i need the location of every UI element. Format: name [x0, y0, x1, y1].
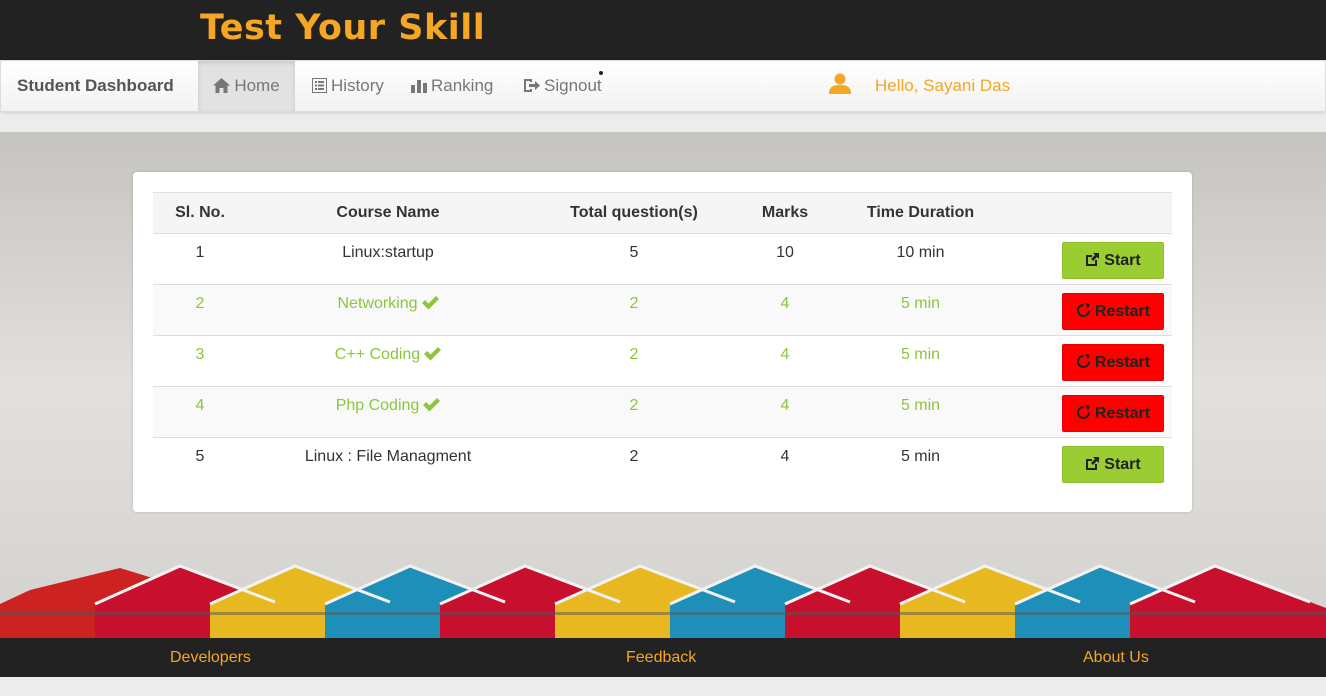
logout-icon	[524, 79, 540, 92]
cell-sl-no: 3	[153, 335, 247, 387]
course-name-text: Networking	[337, 295, 418, 312]
external-link-icon	[1086, 457, 1100, 470]
cell-marks: 4	[739, 437, 831, 489]
nav-item-ranking[interactable]: Ranking	[411, 61, 493, 111]
check-icon	[424, 347, 442, 361]
nav-item-home[interactable]: Home	[198, 61, 295, 111]
cell-duration: 5 min	[831, 335, 1010, 387]
bottom-strip	[0, 677, 1326, 696]
header-action	[1010, 192, 1172, 234]
footer-link-feedback[interactable]: Feedback	[626, 649, 696, 667]
course-name-text: Linux : File Managment	[304, 448, 472, 465]
restart-button-label: Restart	[1094, 354, 1151, 371]
course-name-text: Php Coding	[335, 397, 420, 414]
check-icon	[423, 398, 441, 412]
table-header-row: Sl. No. Course Name Total question(s) Ma…	[153, 192, 1172, 234]
list-icon	[312, 78, 327, 93]
cell-total-questions: 2	[529, 386, 739, 438]
notification-dot	[599, 71, 603, 75]
restart-button[interactable]: Restart	[1062, 395, 1164, 432]
top-header: Test Your Skill	[0, 0, 1326, 60]
start-button-label: Start	[1104, 252, 1141, 269]
cell-duration: 5 min	[831, 437, 1010, 489]
cell-sl-no: 4	[153, 386, 247, 438]
nav-item-signout[interactable]: Signout	[523, 61, 602, 111]
cell-marks: 4	[739, 284, 831, 336]
footer-link-developers[interactable]: Developers	[170, 649, 251, 667]
course-table: Sl. No. Course Name Total question(s) Ma…	[153, 192, 1172, 489]
start-button-label: Start	[1104, 456, 1141, 473]
cell-action: Restart	[1010, 386, 1172, 438]
cell-course-name: Networking	[247, 284, 529, 336]
footer: Developers Feedback About Us	[0, 638, 1326, 677]
bar-chart-icon	[411, 80, 427, 93]
nav-label-history: History	[331, 76, 384, 95]
navbar-brand[interactable]: Student Dashboard	[17, 76, 174, 96]
cell-course-name: Linux : File Managment	[247, 437, 529, 489]
refresh-icon	[1076, 405, 1090, 419]
nav-label-signout: Signout	[544, 76, 602, 95]
header-time-duration: Time Duration	[831, 192, 1010, 234]
home-icon	[213, 78, 231, 93]
user-icon	[829, 73, 851, 94]
cell-marks: 10	[739, 233, 831, 285]
nav-item-history[interactable]: History	[312, 61, 384, 111]
check-icon	[421, 296, 439, 310]
external-link-icon	[1086, 253, 1100, 266]
footer-link-about-us[interactable]: About Us	[1083, 649, 1149, 667]
cell-action: Start	[1010, 437, 1172, 489]
start-button[interactable]: Start	[1062, 446, 1164, 483]
nav-label-home: Home	[234, 76, 280, 95]
header-marks: Marks	[739, 192, 831, 234]
user-greeting: Hello, Sayani Das	[875, 76, 1011, 95]
cell-course-name: Php Coding	[247, 386, 529, 438]
header-total-questions: Total question(s)	[529, 192, 739, 234]
restart-button[interactable]: Restart	[1062, 344, 1164, 381]
header-sl-no: Sl. No.	[153, 192, 247, 234]
navbar: Student Dashboard Home History Ranking S…	[0, 60, 1326, 112]
cell-sl-no: 2	[153, 284, 247, 336]
course-name-text: C++ Coding	[334, 346, 421, 363]
cell-total-questions: 2	[529, 284, 739, 336]
cell-marks: 4	[739, 386, 831, 438]
refresh-icon	[1076, 354, 1090, 368]
cell-action: Restart	[1010, 284, 1172, 336]
table-row: 3 C++ Coding 2 4 5 min Restart	[153, 335, 1172, 387]
app-logo-title[interactable]: Test Your Skill	[200, 8, 485, 48]
cell-course-name: C++ Coding	[247, 335, 529, 387]
cell-action: Restart	[1010, 335, 1172, 387]
cell-duration: 5 min	[831, 284, 1010, 336]
cell-total-questions: 2	[529, 437, 739, 489]
cell-duration: 5 min	[831, 386, 1010, 438]
cell-course-name: Linux:startup	[247, 233, 529, 285]
header-course-name: Course Name	[247, 192, 529, 234]
cell-duration: 10 min	[831, 233, 1010, 285]
cell-total-questions: 5	[529, 233, 739, 285]
cell-sl-no: 1	[153, 233, 247, 285]
table-row: 4 Php Coding 2 4 5 min Restart	[153, 386, 1172, 438]
table-row: 1 Linux:startup 5 10 10 min Start	[153, 233, 1172, 285]
restart-button-label: Restart	[1094, 303, 1151, 320]
cell-total-questions: 2	[529, 335, 739, 387]
course-table-card: Sl. No. Course Name Total question(s) Ma…	[133, 172, 1192, 512]
table-row: 2 Networking 2 4 5 min Restart	[153, 284, 1172, 336]
cell-sl-no: 5	[153, 437, 247, 489]
start-button[interactable]: Start	[1062, 242, 1164, 279]
cell-action: Start	[1010, 233, 1172, 285]
course-name-text: Linux:startup	[342, 244, 434, 261]
refresh-icon	[1076, 303, 1090, 317]
cell-marks: 4	[739, 335, 831, 387]
table-row: 5 Linux : File Managment 2 4 5 min Start	[153, 437, 1172, 489]
restart-button[interactable]: Restart	[1062, 293, 1164, 330]
restart-button-label: Restart	[1094, 405, 1151, 422]
nav-label-ranking: Ranking	[431, 76, 494, 95]
